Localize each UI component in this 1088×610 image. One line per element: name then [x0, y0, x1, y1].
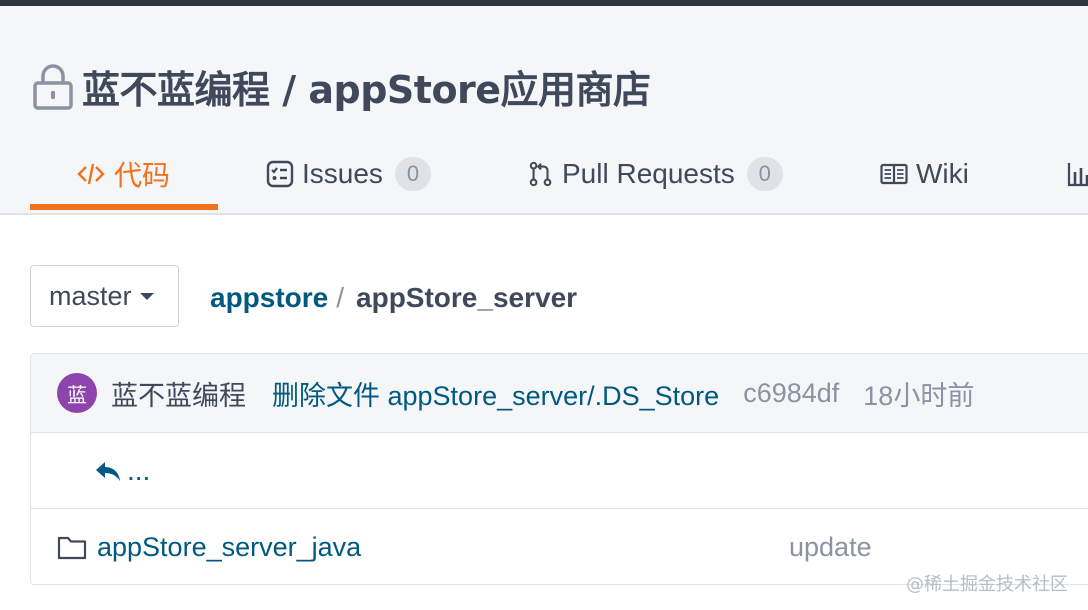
repo-separator: / [269, 67, 309, 112]
active-tab-indicator [30, 204, 218, 210]
repo-tabs: 代码 Issues 0 Pull Requests 0 Wiki [0, 140, 1088, 208]
breadcrumb: appstore / appStore_server [210, 278, 577, 318]
watermark: @稀土掘金技术社区 [906, 574, 1068, 595]
branch-dropdown[interactable]: master [30, 265, 179, 327]
caret-down-icon [139, 292, 154, 300]
commit-sha[interactable]: c6984df [743, 378, 839, 409]
lock-icon [33, 64, 73, 110]
tab-wiki-label: Wiki [916, 158, 969, 189]
file-name-link[interactable]: appStore_server_java [97, 532, 361, 563]
repo-owner[interactable]: 蓝不蓝编程 [82, 68, 270, 112]
branch-label: master [49, 280, 132, 311]
issues-count-badge: 0 [394, 157, 431, 191]
tab-code[interactable]: 代码 [76, 140, 170, 208]
commit-message-link[interactable]: 删除文件 appStore_server/.DS_Store [272, 374, 719, 413]
reply-arrow-icon [96, 461, 120, 481]
issues-icon [266, 160, 294, 188]
tab-wiki[interactable]: Wiki [880, 140, 969, 208]
tab-pull-requests[interactable]: Pull Requests 0 [528, 140, 783, 208]
breadcrumb-current: appStore_server [356, 282, 578, 313]
repo-title: 蓝不蓝编程 / appStore应用商店 [32, 58, 651, 114]
folder-icon [57, 536, 87, 560]
commit-author[interactable]: 蓝不蓝编程 [111, 374, 246, 413]
tab-pull-requests-label: Pull Requests [562, 158, 735, 189]
avatar[interactable]: 蓝 [57, 373, 97, 413]
pull-request-icon [529, 161, 552, 187]
pull-requests-count-badge: 0 [746, 157, 783, 191]
tab-issues-label: Issues [302, 158, 383, 189]
file-list: 蓝 蓝不蓝编程 删除文件 appStore_server/.DS_Store c… [30, 353, 1088, 585]
latest-commit-row: 蓝 蓝不蓝编程 删除文件 appStore_server/.DS_Store c… [31, 354, 1088, 433]
tab-code-label: 代码 [114, 160, 171, 191]
file-commit-message[interactable]: update [789, 532, 872, 563]
parent-directory-label: ... [127, 454, 151, 486]
breadcrumb-root-link[interactable]: appstore [210, 282, 328, 314]
repo-name[interactable]: appStore应用商店 [308, 68, 651, 112]
bar-chart-icon [1067, 163, 1088, 187]
code-icon [77, 163, 105, 185]
tab-statistics[interactable] [1066, 140, 1088, 208]
tab-issues[interactable]: Issues 0 [266, 140, 431, 208]
wiki-icon [880, 163, 908, 185]
commit-time: 18小时前 [863, 380, 975, 411]
parent-directory-link[interactable]: ... [31, 433, 1088, 509]
breadcrumb-separator: / [336, 282, 345, 313]
